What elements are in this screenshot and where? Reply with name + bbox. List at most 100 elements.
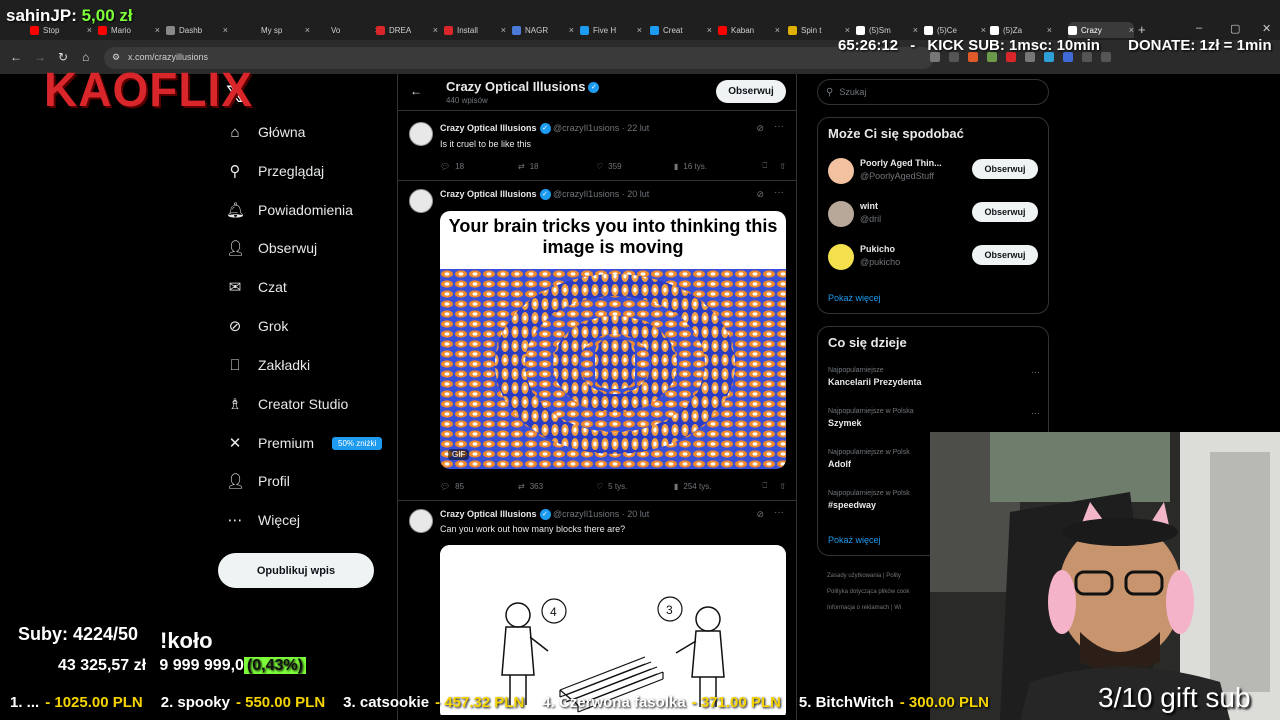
- nav-item-creator-studio[interactable]: ♗ Creator Studio: [226, 390, 348, 418]
- show-more-link[interactable]: Pokaż więcej: [828, 293, 881, 303]
- grok-explain-icon[interactable]: ⊘: [756, 189, 764, 200]
- browser-tab[interactable]: NAGR ×: [512, 22, 574, 38]
- avatar[interactable]: [828, 244, 854, 270]
- home-icon: ⌂: [230, 123, 240, 141]
- follow-button[interactable]: Obserwuj: [972, 245, 1038, 265]
- footer-links[interactable]: Polityka dotycząca plików cook: [827, 589, 909, 595]
- tweet[interactable]: Crazy Optical Illusions ✓ @crazyIl1usions…: [398, 180, 796, 500]
- tab-close-icon[interactable]: ×: [223, 25, 228, 35]
- tab-close-icon[interactable]: ×: [569, 25, 574, 35]
- nav-item-profil[interactable]: 👤︎ Profil: [226, 467, 290, 495]
- back-arrow-icon[interactable]: ←: [410, 84, 422, 98]
- search-box[interactable]: ⚲: [817, 79, 1049, 105]
- footer-links[interactable]: Informacja o reklamach | Wi: [827, 605, 901, 611]
- bookmark-icon[interactable]: ⎕: [762, 481, 767, 491]
- avatar[interactable]: [828, 158, 854, 184]
- avatar[interactable]: [409, 122, 433, 146]
- tab-close-icon[interactable]: ×: [845, 25, 850, 35]
- new-tab-button[interactable]: +: [1138, 22, 1146, 37]
- nav-item-przeglądaj[interactable]: ⚲ Przeglądaj: [226, 157, 325, 185]
- tab-close-icon[interactable]: ×: [775, 25, 780, 35]
- tab-close-icon[interactable]: ×: [433, 25, 438, 35]
- nav-item-więcej[interactable]: ⋯ Więcej: [226, 506, 301, 534]
- more-icon[interactable]: ···: [774, 121, 784, 132]
- nav-item-obserwuj[interactable]: 👤︎ Obserwuj: [226, 234, 317, 262]
- tweet-actions: 💬︎ 85 ⇄ 363 ♡ 5 tys. ▮ 254 tys. ⎕ ⇧: [440, 481, 786, 491]
- repost-button[interactable]: ⇄ 18: [518, 161, 596, 171]
- trend-item[interactable]: Najpopularniejsze Kancelarii Prezydenta ··…: [828, 367, 1040, 387]
- tweet-media-gif[interactable]: Your brain tricks you into thinking this…: [440, 211, 786, 469]
- nav-item-label: Więcej: [258, 512, 301, 528]
- nav-item-główna[interactable]: ⌂ Główna: [226, 118, 305, 146]
- share-icon[interactable]: ⇧: [779, 482, 786, 491]
- trends-show-more-link[interactable]: Pokaż więcej: [828, 535, 881, 545]
- suggestion-item[interactable]: Poorly Aged Thin... @PoorlyAgedStuff Obser…: [828, 156, 1040, 186]
- browser-tab[interactable]: Spin t ×: [788, 22, 850, 38]
- profile-follow-button[interactable]: Obserwuj: [716, 80, 786, 103]
- reply-button[interactable]: 💬︎ 18: [440, 161, 518, 171]
- nav-item-grok[interactable]: ⊘ Grok: [226, 312, 289, 340]
- like-button[interactable]: ♡ 359: [596, 161, 674, 171]
- browser-tab[interactable]: (5)Ce ×: [924, 22, 986, 38]
- nav-item-premium[interactable]: ✕ Premium 50% zniżki: [226, 429, 383, 457]
- like-button[interactable]: ♡ 5 tys.: [596, 481, 674, 491]
- more-icon[interactable]: ···: [1031, 408, 1040, 418]
- browser-tab[interactable]: Dashb ×: [166, 22, 228, 38]
- avatar[interactable]: [409, 189, 433, 213]
- tab-close-icon[interactable]: ×: [707, 25, 712, 35]
- search-icon: ⚲: [826, 86, 834, 98]
- reply-button[interactable]: 💬︎ 85: [440, 481, 518, 491]
- browser-tab[interactable]: Creat ×: [650, 22, 712, 38]
- tab-close-icon[interactable]: ×: [1129, 25, 1134, 35]
- views-button[interactable]: ▮ 254 tys.: [674, 481, 752, 491]
- browser-tab[interactable]: Install ×: [444, 22, 506, 38]
- repost-button[interactable]: ⇄ 363: [518, 481, 596, 491]
- follow-button[interactable]: Obserwuj: [972, 159, 1038, 179]
- share-icon[interactable]: ⇧: [779, 162, 786, 171]
- tab-close-icon[interactable]: ×: [981, 25, 986, 35]
- tab-close-icon[interactable]: ×: [501, 25, 506, 35]
- back-icon[interactable]: ←: [10, 50, 22, 64]
- nav-item-zakładki[interactable]: ⎕ Zakładki: [226, 351, 310, 379]
- tab-close-icon[interactable]: ×: [87, 25, 92, 35]
- close-window-icon[interactable]: ✕: [1262, 22, 1271, 35]
- tweet[interactable]: Crazy Optical Illusions ✓ @crazyIl1usions…: [398, 110, 796, 180]
- minimize-icon[interactable]: –: [1196, 22, 1202, 34]
- tab-close-icon[interactable]: ×: [305, 25, 310, 35]
- tab-close-icon[interactable]: ×: [913, 25, 918, 35]
- gif-badge[interactable]: GIF: [448, 449, 470, 460]
- views-button[interactable]: ▮ 16 tys.: [674, 161, 752, 171]
- suggestion-item[interactable]: wint @dril Obserwuj: [828, 199, 1040, 229]
- search-input[interactable]: [839, 87, 1030, 97]
- browser-tab[interactable]: (5)Za ×: [990, 22, 1052, 38]
- grok-explain-icon[interactable]: ⊘: [756, 509, 764, 520]
- post-button[interactable]: Opublikuj wpis: [218, 553, 374, 588]
- tab-close-icon[interactable]: ×: [637, 25, 642, 35]
- follow-button[interactable]: Obserwuj: [972, 202, 1038, 222]
- browser-tab[interactable]: My sp ×: [248, 22, 310, 38]
- trend-item[interactable]: Najpopularniejsze w Polska Szymek ···: [828, 408, 1040, 428]
- browser-tab[interactable]: Crazy ×: [1068, 22, 1134, 38]
- browser-tab[interactable]: Kaban ×: [718, 22, 780, 38]
- browser-tab[interactable]: Vo×: [318, 22, 380, 38]
- more-icon[interactable]: ···: [774, 507, 784, 518]
- nav-item-czat[interactable]: ✉ Czat: [226, 273, 287, 301]
- verified-badge-icon: ✓: [539, 123, 551, 135]
- more-icon[interactable]: ···: [1031, 367, 1040, 377]
- avatar[interactable]: [828, 201, 854, 227]
- browser-tab[interactable]: (5)Sm ×: [856, 22, 918, 38]
- maximize-icon[interactable]: ▢: [1230, 22, 1240, 35]
- nav-item-label: Główna: [258, 124, 306, 140]
- profile-timeline: ← Crazy Optical Illusions ✓ 440 wpisów Ob…: [397, 74, 797, 720]
- browser-tab[interactable]: DREA ×: [376, 22, 438, 38]
- tab-close-icon[interactable]: ×: [155, 25, 160, 35]
- footer-links[interactable]: Zasady użytkowania | Polity: [827, 573, 901, 579]
- nav-item-powiadomienia[interactable]: 🔔︎ Powiadomienia: [226, 196, 353, 224]
- grok-explain-icon[interactable]: ⊘: [756, 123, 764, 134]
- avatar[interactable]: [409, 509, 433, 533]
- suggestion-item[interactable]: Pukicho @pukicho Obserwuj: [828, 242, 1040, 272]
- browser-tab[interactable]: Five H ×: [580, 22, 642, 38]
- more-icon[interactable]: ···: [774, 187, 784, 198]
- tab-close-icon[interactable]: ×: [1047, 25, 1052, 35]
- bookmark-icon[interactable]: ⎕: [762, 161, 767, 171]
